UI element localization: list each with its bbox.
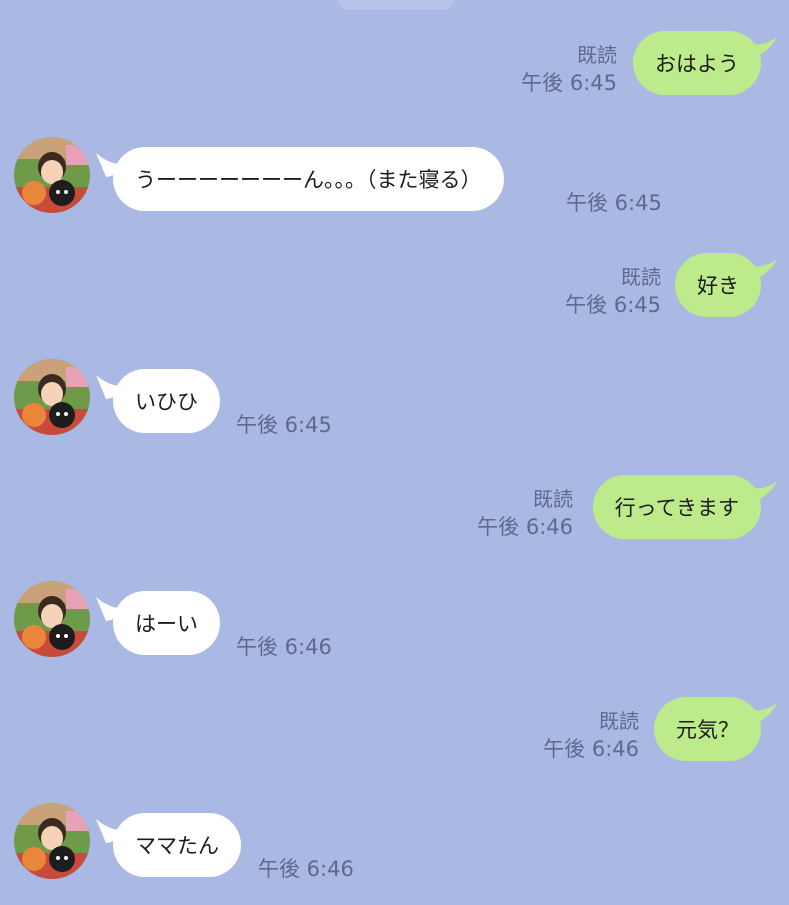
- bubble-tail-icon: [747, 259, 777, 281]
- message-bubble-outgoing[interactable]: おはよう: [633, 31, 761, 95]
- message-bubble-incoming[interactable]: いひひ: [113, 369, 220, 433]
- message-time: 午後 6:46: [258, 857, 354, 881]
- bubble-tail-icon: [747, 37, 777, 59]
- message-text: 元気？: [676, 718, 739, 742]
- message-text: ママたん: [135, 834, 219, 858]
- message-time: 午後 6:45: [565, 293, 661, 317]
- avatar[interactable]: [14, 137, 90, 213]
- message-time: 午後 6:46: [236, 635, 332, 659]
- message-meta: 既読 午後 6:45: [565, 263, 661, 319]
- message-text: いひひ: [135, 390, 198, 414]
- message-bubble-incoming[interactable]: ママたん: [113, 813, 241, 877]
- message-bubble-outgoing[interactable]: 元気？: [654, 697, 761, 761]
- message-meta: 既読 午後 6:45: [521, 41, 617, 97]
- message-meta: 既読 午後 6:46: [543, 707, 639, 763]
- message-text: うーーーーーーーん。。。（また寝る）: [135, 168, 482, 192]
- message-time: 午後 6:46: [477, 515, 573, 539]
- read-receipt: 既読: [533, 487, 573, 511]
- message-bubble-incoming[interactable]: はーい: [113, 591, 220, 655]
- message-text: おはよう: [655, 52, 739, 76]
- message-time: 午後 6:46: [543, 737, 639, 761]
- message-time: 午後 6:45: [566, 191, 662, 215]
- read-receipt: 既読: [621, 265, 661, 289]
- message-meta: 既読 午後 6:46: [477, 485, 573, 541]
- message-bubble-outgoing[interactable]: 行ってきます: [592, 475, 761, 539]
- read-receipt: 既読: [599, 709, 639, 733]
- bubble-tail-icon: [747, 481, 777, 503]
- message-text: 行ってきます: [614, 496, 739, 520]
- message-text: はーい: [135, 612, 198, 636]
- message-bubble-incoming[interactable]: うーーーーーーーん。。。（また寝る）: [113, 147, 504, 211]
- avatar[interactable]: [14, 581, 90, 657]
- message-time: 午後 6:45: [236, 413, 332, 437]
- message-time: 午後 6:45: [521, 71, 617, 95]
- date-separator-pill: [336, 0, 456, 10]
- avatar[interactable]: [14, 803, 90, 879]
- bubble-tail-icon: [747, 703, 777, 725]
- message-text: 好き: [697, 274, 739, 298]
- read-receipt: 既読: [577, 43, 617, 67]
- avatar[interactable]: [14, 359, 90, 435]
